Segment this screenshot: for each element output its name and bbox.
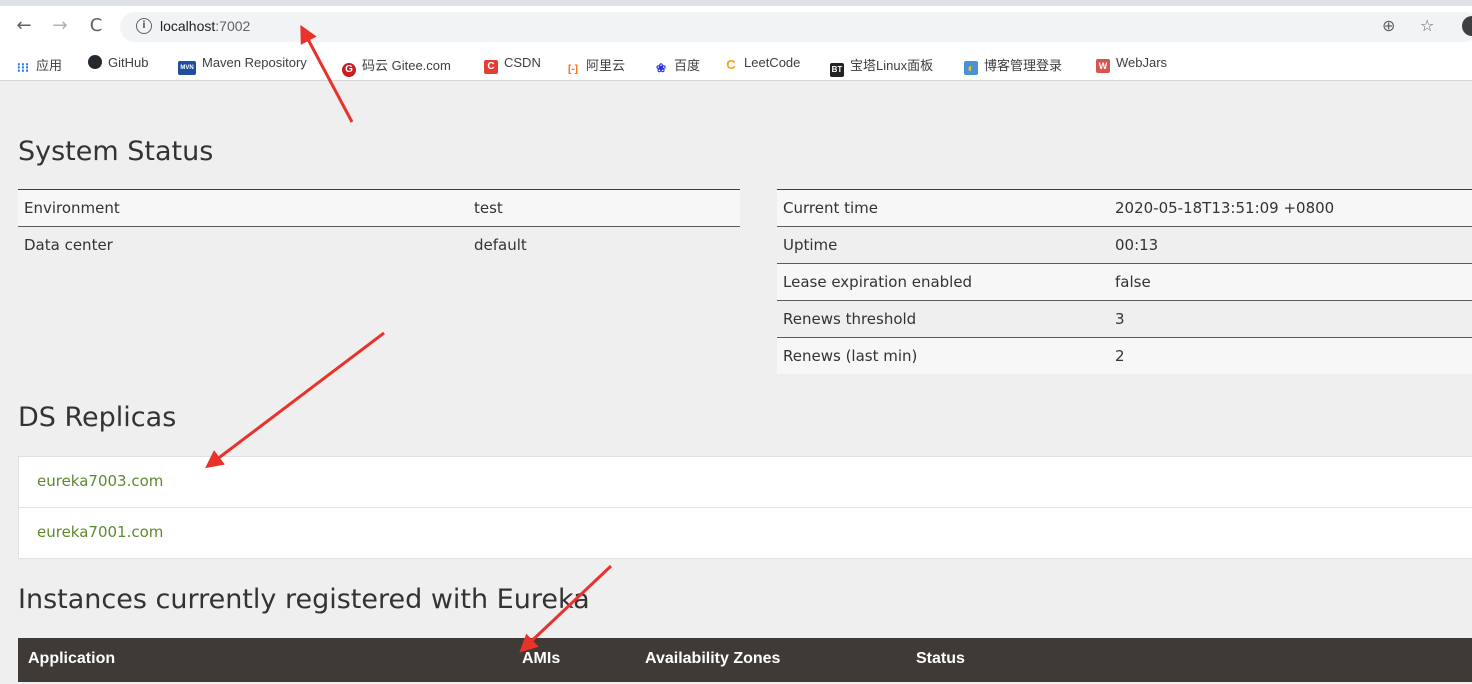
column-header-status: Status xyxy=(916,650,965,667)
column-header-application: Application xyxy=(28,650,116,667)
status-key: Renews threshold xyxy=(777,300,1109,338)
address-bar[interactable]: i localhost:7002 ⊕ ☆ xyxy=(120,12,1472,42)
bt-icon: BT xyxy=(830,63,844,77)
url-port: :7002 xyxy=(215,18,251,34)
bookmark-star-icon[interactable]: ☆ xyxy=(1420,16,1434,35)
status-value: 2 xyxy=(1109,337,1472,374)
status-key: Uptime xyxy=(777,226,1109,264)
bookmark-aliyun[interactable]: [-] 阿里云 xyxy=(566,55,625,77)
table-row: Uptime 00:13 xyxy=(777,226,1472,264)
blog-icon: ◐ xyxy=(964,61,978,75)
bookmark-label: 百度 xyxy=(674,58,701,73)
column-header-availability-zones: Availability Zones xyxy=(645,650,781,667)
github-icon xyxy=(88,55,102,69)
bookmark-label: Maven Repository xyxy=(202,55,307,70)
table-row: Renews threshold 3 xyxy=(777,300,1472,338)
bookmark-label: WebJars xyxy=(1116,55,1168,70)
mvn-icon: MVN xyxy=(178,61,196,75)
instances-table-header: Application AMIs Availability Zones Stat… xyxy=(18,638,1472,682)
status-value: default xyxy=(468,226,740,263)
bookmarks-bar: ⁝⁝⁝ 应用 GitHub MVN Maven Repository G 码云 Git… xyxy=(0,48,1472,81)
bookmark-label: LeetCode xyxy=(744,55,801,70)
bookmark-gitee[interactable]: G 码云 Gitee.com xyxy=(342,55,451,77)
replicas-list: eureka7003.com eureka7001.com xyxy=(18,456,1472,559)
bookmark-label: 宝塔Linux面板 xyxy=(850,58,934,73)
bookmark-label: GitHub xyxy=(108,55,149,70)
apps-grid-icon: ⁝⁝⁝ xyxy=(16,60,30,75)
csdn-icon: C xyxy=(484,60,498,74)
replica-link-eureka7001[interactable]: eureka7001.com xyxy=(19,507,1472,558)
bookmark-blog[interactable]: ◐ 博客管理登录 xyxy=(964,55,1062,75)
bookmark-apps[interactable]: ⁝⁝⁝ 应用 xyxy=(16,55,62,75)
site-info-icon[interactable]: i xyxy=(136,18,152,34)
zoom-icon[interactable]: ⊕ xyxy=(1382,16,1395,35)
status-key: Renews (last min) xyxy=(777,337,1109,374)
status-key: Current time xyxy=(777,189,1109,227)
bookmark-maven[interactable]: MVN Maven Repository xyxy=(178,55,307,75)
status-value: test xyxy=(468,189,740,227)
status-key: Lease expiration enabled xyxy=(777,263,1109,301)
gitee-icon: G xyxy=(342,63,356,77)
url-text[interactable]: localhost:7002 xyxy=(160,18,250,34)
instances-title: Instances currently registered with Eure… xyxy=(18,584,590,615)
table-row: Data center default xyxy=(18,226,740,263)
ds-replicas-title: DS Replicas xyxy=(18,402,177,433)
bookmark-label: CSDN xyxy=(504,55,541,70)
bookmark-label: 应用 xyxy=(36,58,63,73)
browser-toolbar: ← → C i localhost:7002 ⊕ ☆ xyxy=(0,0,1472,48)
status-value: 3 xyxy=(1109,300,1472,338)
system-status-title: System Status xyxy=(18,136,214,167)
bookmark-label: 博客管理登录 xyxy=(984,58,1063,73)
table-row: Renews (last min) 2 xyxy=(777,337,1472,374)
bookmark-label: 阿里云 xyxy=(586,58,626,73)
status-value: 00:13 xyxy=(1109,226,1472,264)
bookmark-label: 码云 Gitee.com xyxy=(362,58,451,73)
reload-icon[interactable]: C xyxy=(86,14,106,38)
red-arrow-to-replica xyxy=(205,331,385,469)
leetcode-icon: C xyxy=(726,57,736,72)
column-header-amis: AMIs xyxy=(522,650,561,667)
replica-link-eureka7003[interactable]: eureka7003.com xyxy=(19,457,1472,507)
bookmark-csdn[interactable]: C CSDN xyxy=(484,55,541,74)
back-arrow-icon[interactable]: ← xyxy=(14,14,34,38)
status-value: 2020-05-18T13:51:09 +0800 xyxy=(1109,189,1472,227)
table-row: Lease expiration enabled false xyxy=(777,263,1472,301)
tab-strip-edge xyxy=(0,0,1472,6)
system-status-right-table: Current time 2020-05-18T13:51:09 +0800 U… xyxy=(777,189,1472,374)
bookmark-bt[interactable]: BT 宝塔Linux面板 xyxy=(830,55,933,77)
table-row: Current time 2020-05-18T13:51:09 +0800 xyxy=(777,189,1472,227)
url-host: localhost xyxy=(160,18,216,34)
webjars-icon: W xyxy=(1096,59,1110,73)
bookmark-webjars[interactable]: W WebJars xyxy=(1096,55,1167,73)
bookmark-github[interactable]: GitHub xyxy=(88,55,148,70)
system-status-left-table: Environment test Data center default xyxy=(18,189,740,263)
bookmark-baidu[interactable]: ❀ 百度 xyxy=(654,55,700,75)
aliyun-icon: [-] xyxy=(568,64,578,75)
forward-arrow-icon[interactable]: → xyxy=(50,14,70,38)
status-value: false xyxy=(1109,263,1472,301)
baidu-paw-icon: ❀ xyxy=(655,61,667,75)
status-key: Environment xyxy=(18,189,468,227)
table-row: Environment test xyxy=(18,189,740,227)
bookmark-leetcode[interactable]: C LeetCode xyxy=(724,55,800,72)
status-key: Data center xyxy=(18,226,468,263)
